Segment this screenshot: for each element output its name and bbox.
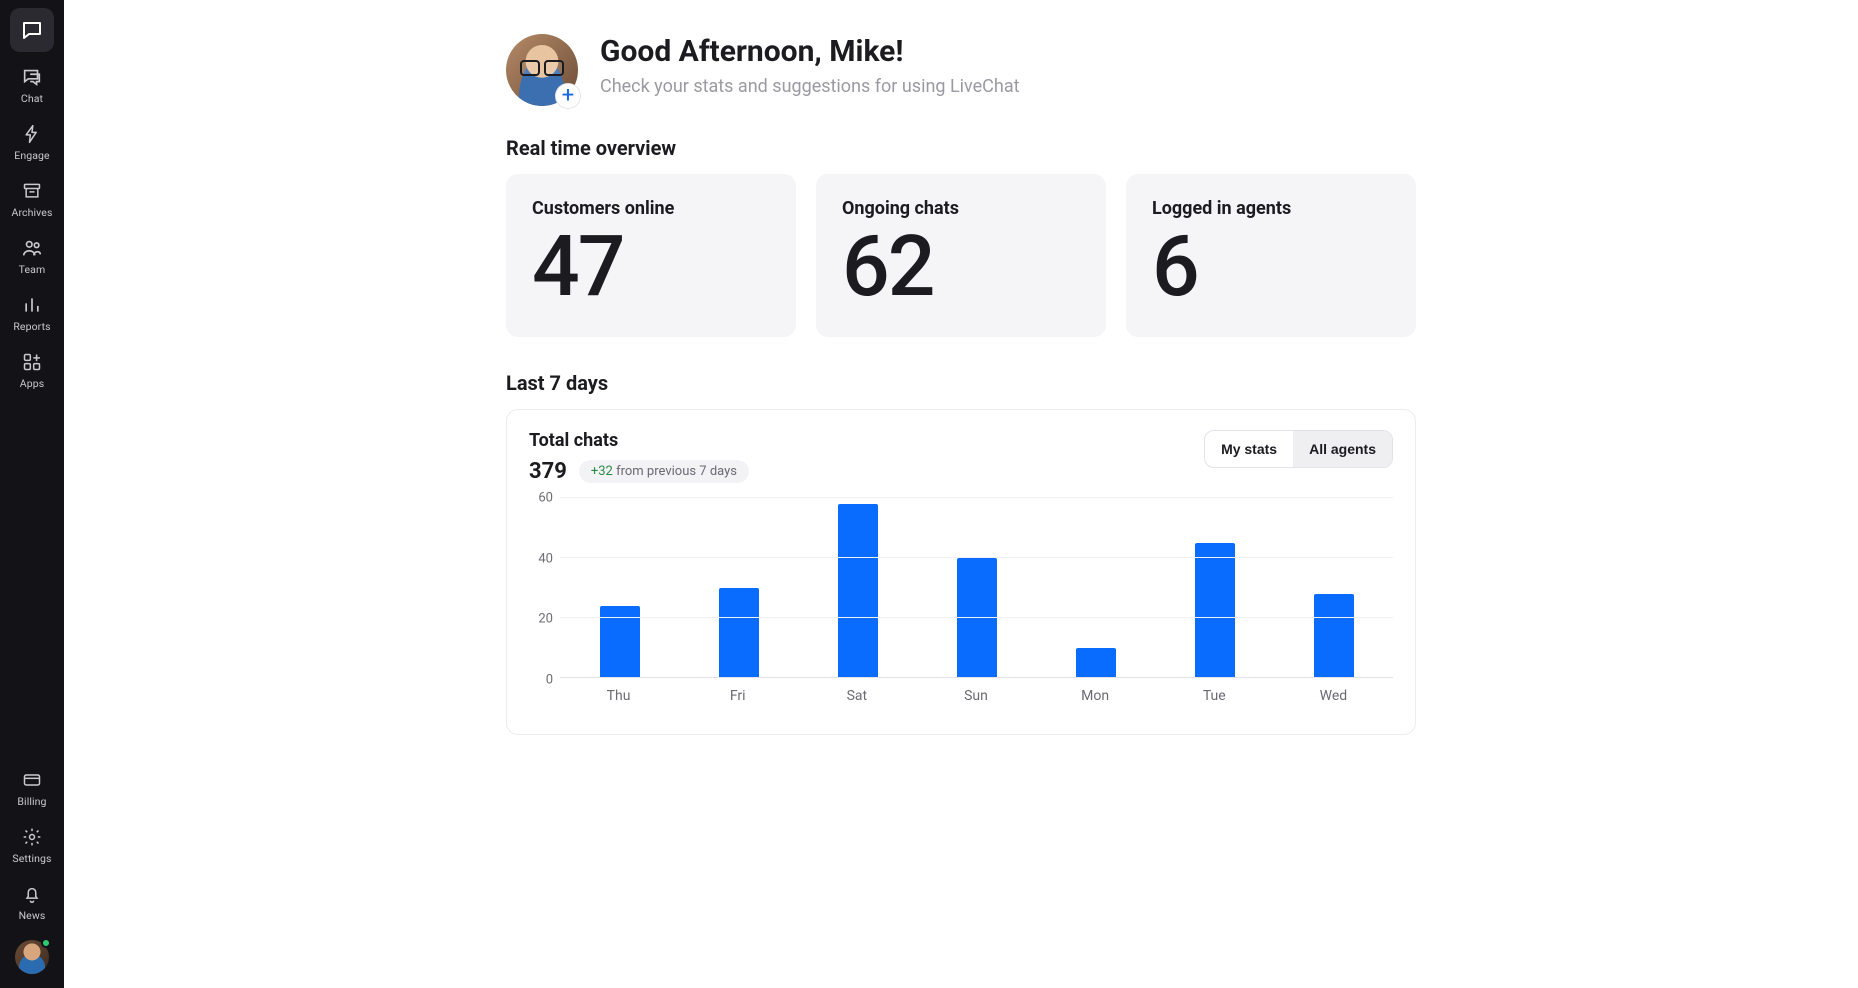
plus-icon: + [562, 85, 574, 107]
bar-col [798, 498, 917, 678]
gear-icon [21, 826, 43, 848]
greeting-subtitle: Check your stats and suggestions for usi… [600, 76, 1020, 97]
page-header: + Good Afternoon, Mike! Check your stats… [506, 34, 1416, 106]
total-chats-chart: 0204060 ThuFriSatSunMonTueWed [529, 498, 1393, 704]
y-tick-label: 60 [538, 491, 553, 506]
bar[interactable] [1195, 543, 1235, 678]
card-title: Ongoing chats [842, 198, 1080, 219]
last7-title: Last 7 days [506, 371, 1416, 395]
overview-title: Real time overview [506, 136, 1416, 160]
status-dot-icon [41, 938, 51, 948]
nav-label: Apps [20, 377, 44, 390]
card-value: 6 [1152, 225, 1390, 309]
card-logged-in-agents[interactable]: Logged in agents 6 [1126, 174, 1416, 337]
bar[interactable] [957, 558, 997, 678]
profile-avatar[interactable]: + [506, 34, 578, 106]
bar-col [1036, 498, 1155, 678]
card-value: 47 [532, 225, 770, 309]
delta-suffix: from previous 7 days [613, 464, 737, 479]
bolt-icon [21, 123, 43, 145]
nav-primary: Chat Engage Archives Team [12, 66, 53, 390]
greeting-title: Good Afternoon, Mike! [600, 34, 1020, 70]
bar[interactable] [1076, 648, 1116, 678]
bar-col [1155, 498, 1274, 678]
card-title: Logged in agents [1152, 198, 1390, 219]
total-chats-value: 379 [529, 459, 567, 484]
bar-col [1274, 498, 1393, 678]
nav-team[interactable]: Team [19, 237, 46, 276]
grid-line [560, 677, 1393, 678]
nav-label: Team [19, 263, 46, 276]
sidebar-avatar[interactable] [15, 940, 49, 974]
nav-label: Chat [21, 92, 43, 105]
y-tick-label: 20 [538, 612, 553, 627]
archive-icon [21, 180, 43, 202]
nav-reports[interactable]: Reports [13, 294, 50, 333]
reports-icon [21, 294, 43, 316]
nav-apps[interactable]: Apps [20, 351, 44, 390]
x-tick-label: Fri [678, 688, 797, 704]
overview-cards: Customers online 47 Ongoing chats 62 Log… [506, 174, 1416, 337]
chat-bubble-icon [20, 18, 44, 42]
x-tick-label: Sun [916, 688, 1035, 704]
nav-label: Engage [14, 149, 49, 162]
nav-label: Archives [12, 206, 53, 219]
x-tick-label: Mon [1036, 688, 1155, 704]
seg-all-agents[interactable]: All agents [1293, 431, 1392, 467]
seg-my-stats[interactable]: My stats [1205, 431, 1293, 467]
stats-scope-toggle: My stats All agents [1204, 430, 1393, 468]
nav-label: Reports [13, 320, 50, 333]
grid-line [560, 497, 1393, 498]
app-logo[interactable] [10, 8, 54, 52]
card-ongoing-chats[interactable]: Ongoing chats 62 [816, 174, 1106, 337]
card-title: Customers online [532, 198, 770, 219]
delta-value: +32 [591, 464, 613, 479]
x-tick-label: Wed [1274, 688, 1393, 704]
nav-billing[interactable]: Billing [17, 769, 46, 808]
nav-engage[interactable]: Engage [14, 123, 49, 162]
y-tick-label: 0 [546, 673, 553, 688]
nav-label: Billing [17, 795, 46, 808]
delta-pill: +32 from previous 7 days [579, 460, 749, 483]
nav-secondary: Billing Settings News [12, 769, 51, 974]
nav-archives[interactable]: Archives [12, 180, 53, 219]
x-tick-label: Tue [1155, 688, 1274, 704]
glasses-icon [520, 60, 564, 74]
main-content: + Good Afternoon, Mike! Check your stats… [64, 0, 1858, 988]
team-icon [21, 237, 43, 259]
nav-label: Settings [12, 852, 51, 865]
x-tick-label: Sat [797, 688, 916, 704]
panel-title: Total chats [529, 430, 749, 451]
apps-icon [21, 351, 43, 373]
nav-news[interactable]: News [19, 883, 46, 922]
bar-col [679, 498, 798, 678]
card-customers-online[interactable]: Customers online 47 [506, 174, 796, 337]
sidebar: Chat Engage Archives Team [0, 0, 64, 988]
bar-col [560, 498, 679, 678]
nav-chat[interactable]: Chat [21, 66, 43, 105]
card-value: 62 [842, 225, 1080, 309]
nav-settings[interactable]: Settings [12, 826, 51, 865]
bar[interactable] [1314, 594, 1354, 678]
bell-icon [21, 883, 43, 905]
billing-icon [21, 769, 43, 791]
chat-icon [21, 66, 43, 88]
total-chats-panel: Total chats 379 +32 from previous 7 days… [506, 409, 1416, 735]
bar[interactable] [838, 504, 878, 678]
x-tick-label: Thu [559, 688, 678, 704]
bar-col [917, 498, 1036, 678]
grid-line [560, 617, 1393, 618]
nav-label: News [19, 909, 46, 922]
grid-line [560, 557, 1393, 558]
bar[interactable] [719, 588, 759, 678]
y-tick-label: 40 [538, 551, 553, 566]
avatar-add-button[interactable]: + [556, 84, 580, 108]
